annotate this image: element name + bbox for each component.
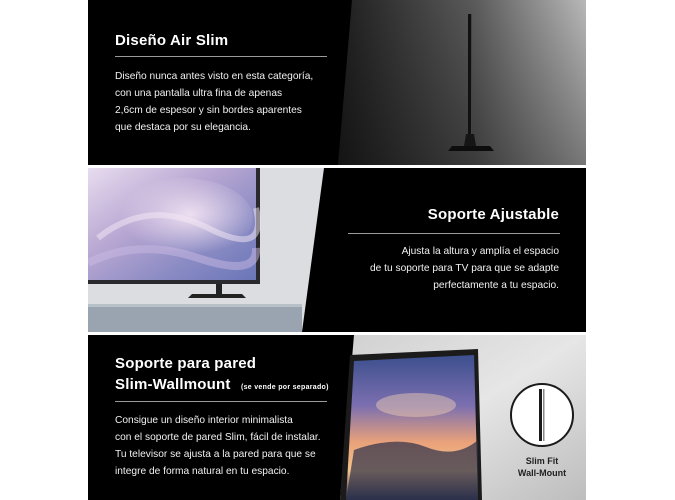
stand-line: de tu soporte para TV para que se adapte [370, 263, 559, 274]
stand-line: perfectamente a tu espacio. [433, 280, 559, 291]
stand-line: Ajusta la altura y amplía el espacio [401, 246, 559, 257]
air-slim-line: 2,6cm de espesor y sin bordes aparentes [115, 105, 302, 116]
wallmount-line: Consigue un diseño interior minimalista [115, 415, 293, 426]
wallmount-title-line1: Soporte para pared [115, 355, 257, 372]
stand-title: Soporte Ajustable [427, 206, 559, 223]
wallmount-line: Tu televisor se ajusta a la pared para q… [115, 449, 316, 460]
slim-fit-badge-label: Slim Fit Wall-Mount [502, 455, 582, 479]
adjustable-stand-panel: Soporte Ajustable Ajusta la altura y amp… [88, 168, 586, 332]
stand-description: Ajusta la altura y amplía el espacio de … [370, 243, 559, 294]
stand-divider [348, 233, 560, 234]
air-slim-divider [115, 56, 327, 57]
tv-stand-room-photo [88, 168, 340, 332]
tv-side-profile-photo [338, 0, 586, 165]
wallmount-line: con el soporte de pared Slim, fácil de i… [115, 432, 321, 443]
air-slim-line: que destaca por su elegancia. [115, 122, 251, 133]
air-slim-panel: Diseño Air Slim Diseño nunca antes visto… [88, 0, 586, 165]
wallmount-title-name: Slim-Wallmount [115, 376, 231, 393]
wallmount-title: Soporte para pared Slim-Wallmount (se ve… [115, 353, 329, 398]
sold-separately-note: (se vende por separado) [240, 384, 329, 391]
wallmount-divider [115, 401, 327, 402]
badge-line2: Wall-Mount [517, 468, 567, 478]
wallmount-line: integre de forma natural en tu espacio. [115, 466, 290, 477]
wallmount-panel: Soporte para pared Slim-Wallmount (se ve… [88, 335, 586, 500]
air-slim-description: Diseño nunca antes visto en esta categor… [115, 68, 313, 136]
air-slim-line: Diseño nunca antes visto en esta categor… [115, 71, 314, 82]
air-slim-line: con una pantalla ultra fina de apenas [115, 88, 283, 99]
air-slim-title: Diseño Air Slim [115, 32, 229, 49]
badge-line1: Slim Fit [525, 456, 559, 466]
wallmount-title-line2: Slim-Wallmount (se vende por separado) [115, 374, 329, 398]
wallmount-description: Consigue un diseño interior minimalista … [115, 412, 321, 480]
